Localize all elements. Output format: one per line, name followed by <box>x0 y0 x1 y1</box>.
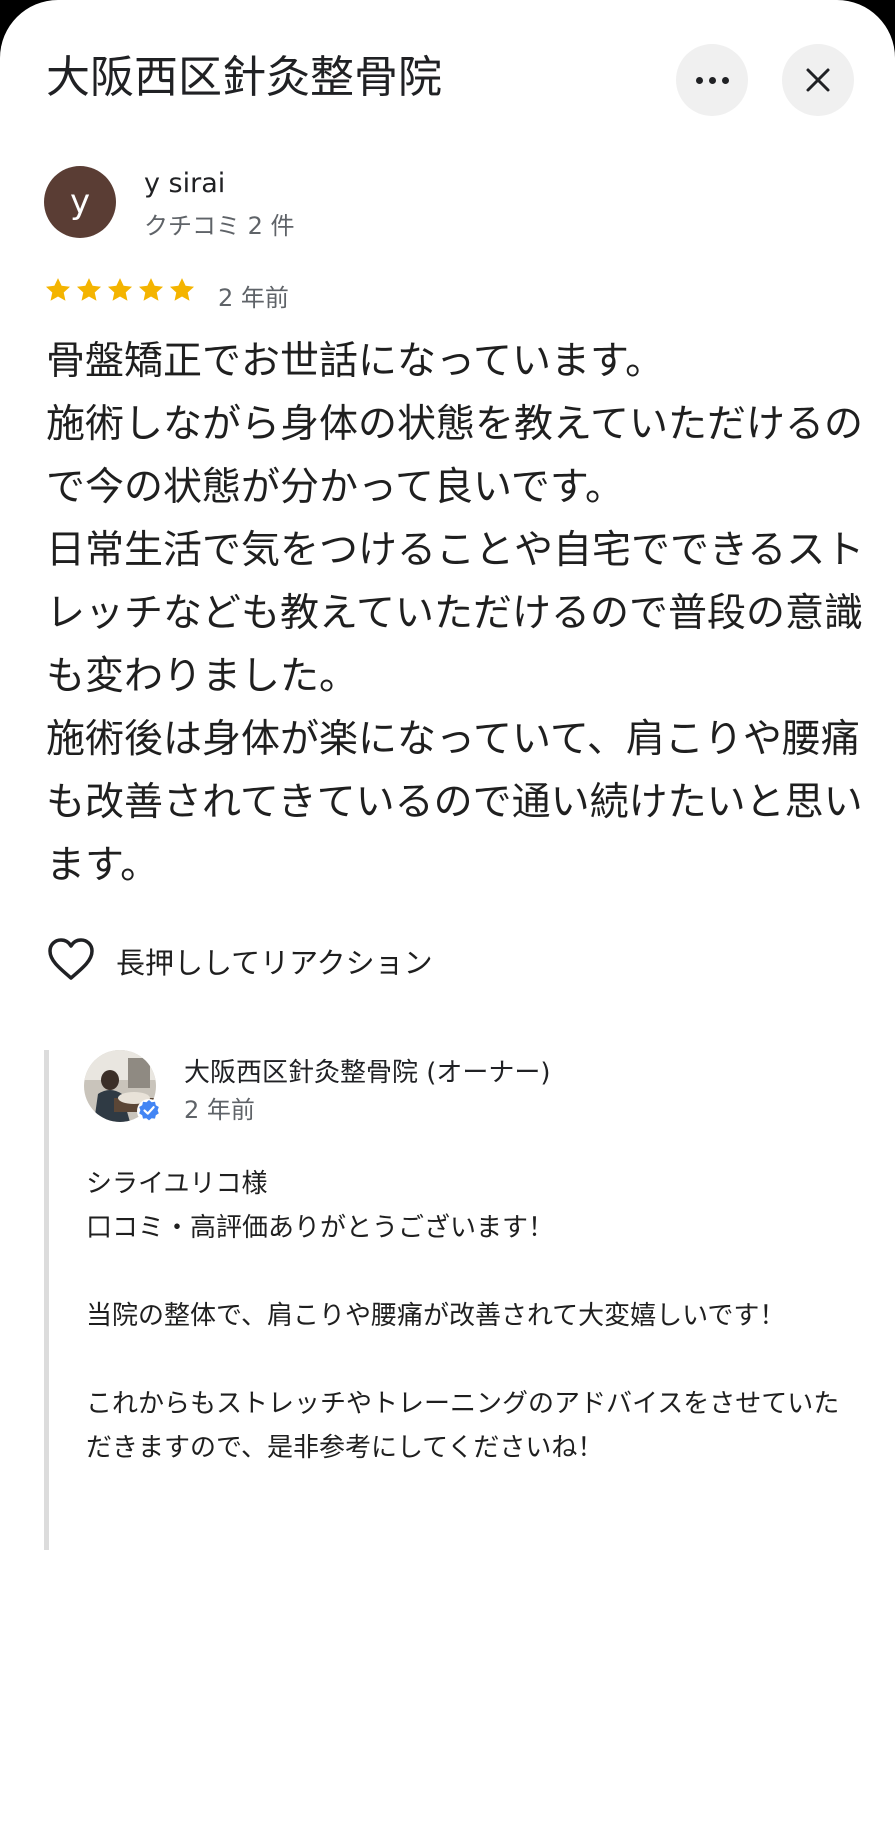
owner-reply-time: 2 年前 <box>184 1096 255 1124</box>
owner-name[interactable]: 大阪西区針灸整骨院 (オーナー) <box>184 1052 551 1089</box>
close-icon <box>806 68 830 92</box>
reviewer-review-count: クチコミ 2 件 <box>144 212 295 240</box>
heart-outline-icon[interactable] <box>46 936 96 982</box>
owner-reply-text: シライユリコ様 口コミ・高評価ありがとうございます！ 当院の整体で、肩こりや腰痛… <box>86 1169 840 1463</box>
reviewer-name[interactable]: y sirai <box>144 168 225 199</box>
more-options-button[interactable] <box>676 44 748 116</box>
star-icon <box>76 278 102 301</box>
close-button[interactable] <box>782 44 854 116</box>
star-icon <box>45 278 71 301</box>
star-rating <box>44 276 196 304</box>
review-text: 骨盤矯正でお世話になっています。 施術しながら身体の状態を教えていただけるので今… <box>46 339 865 888</box>
page-title: 大阪西区針灸整骨院 <box>46 52 442 103</box>
review-sheet: 大阪西区針灸整骨院 y y sirai クチコミ 2 件 2 年前 骨盤矯正でお… <box>0 0 895 1829</box>
verified-badge-icon <box>137 1099 161 1123</box>
owner-avatar[interactable] <box>84 1050 161 1123</box>
star-icon <box>107 278 133 301</box>
star-icon <box>169 278 195 301</box>
more-horiz-icon <box>695 76 729 84</box>
review-time: 2 年前 <box>218 284 289 312</box>
star-icon <box>138 278 164 301</box>
reviewer-avatar-initial: y <box>69 182 91 222</box>
reaction-label[interactable]: 長押ししてリアクション <box>116 940 433 982</box>
reply-divider <box>44 1050 49 1550</box>
reviewer-avatar[interactable]: y <box>44 166 116 238</box>
